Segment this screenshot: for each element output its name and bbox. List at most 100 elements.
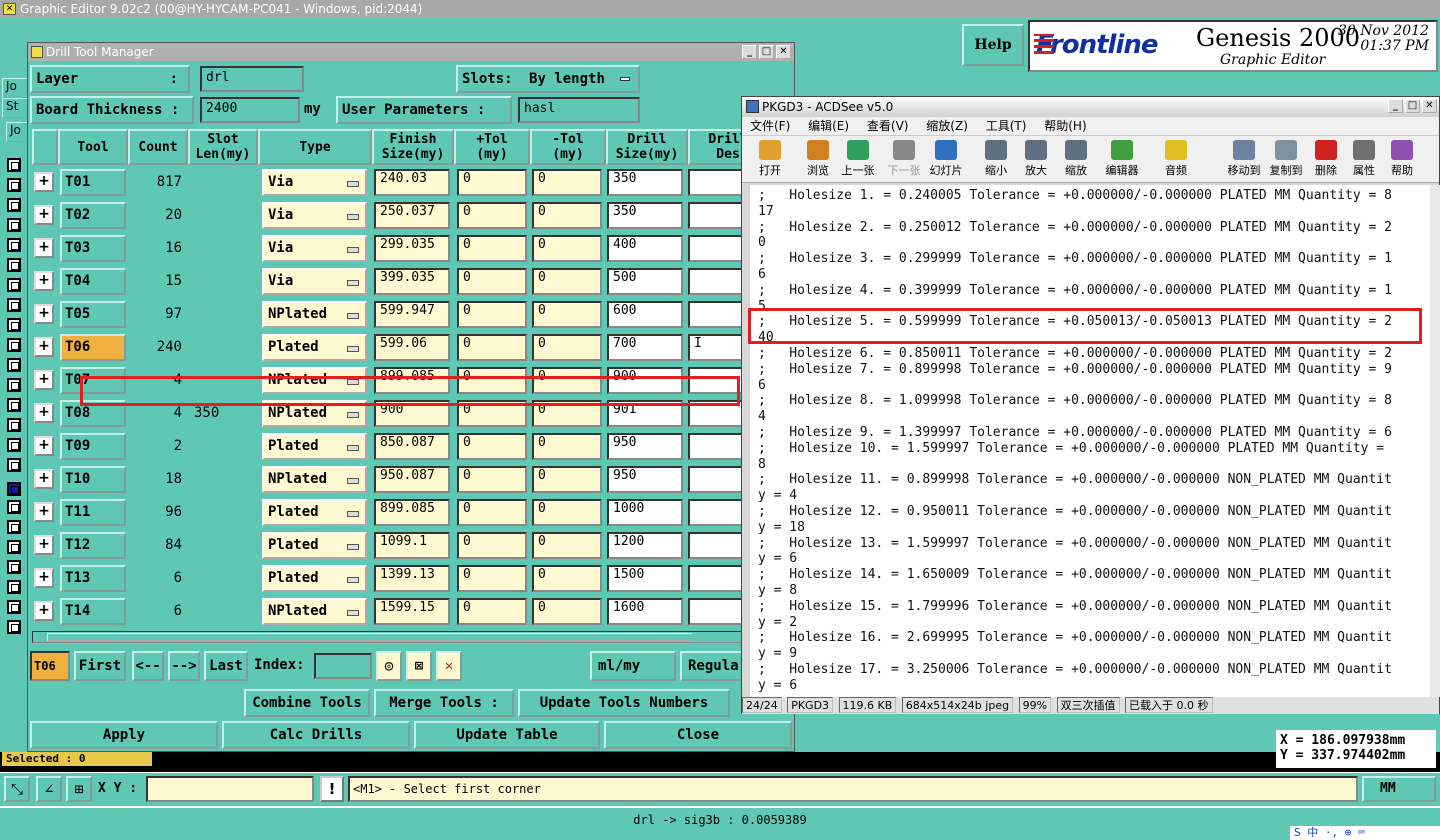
drill-des-field[interactable] [688, 235, 744, 262]
drill-des-field[interactable] [688, 598, 744, 625]
plus-tol-field[interactable]: 0 [457, 334, 527, 361]
expand-icon[interactable]: + [34, 535, 54, 555]
plus-tol-field[interactable]: 0 [457, 202, 527, 229]
tool-name[interactable]: T11 [60, 499, 126, 526]
finish-size-field[interactable]: 599.06 [374, 334, 450, 361]
type-selector[interactable]: Plated [262, 532, 367, 559]
left-tool-button[interactable] [7, 258, 21, 272]
first-button[interactable]: First [74, 651, 126, 681]
drill-size-field[interactable]: 950 [607, 466, 683, 493]
plus-tol-field[interactable]: 0 [457, 433, 527, 460]
left-tool-button[interactable] [7, 482, 21, 496]
left-tab-1[interactable]: Jo [2, 78, 28, 98]
expand-icon[interactable]: + [34, 502, 54, 522]
user-params-field[interactable]: hasl [518, 97, 640, 123]
expand-icon[interactable]: + [34, 568, 54, 588]
xy-input[interactable] [146, 776, 314, 802]
menu-tools[interactable]: 工具(T) [986, 119, 1027, 133]
minus-tol-field[interactable]: 0 [532, 466, 602, 493]
tool-name[interactable]: T03 [60, 235, 126, 262]
calc-drills-button[interactable]: Calc Drills [222, 721, 410, 749]
measure-icon[interactable]: ∠ [36, 776, 62, 802]
left-tool-button[interactable] [7, 218, 21, 232]
zoom-window-icon[interactable]: ⤡ [4, 776, 30, 802]
update-tools-numbers-selector[interactable]: Update Tools Numbers [518, 689, 730, 717]
toolbar-button-4[interactable]: 幻灯片 [922, 138, 970, 182]
type-selector[interactable]: Via [262, 268, 367, 295]
tool-name[interactable]: T09 [60, 433, 126, 460]
left-tool-button[interactable] [7, 378, 21, 392]
toolbar-button-7[interactable]: 缩放 [1052, 138, 1100, 182]
toolbar-button-10[interactable]: 移动到 [1220, 138, 1268, 182]
update-table-button[interactable]: Update Table [414, 721, 600, 749]
combine-tools-button[interactable]: Combine Tools [244, 689, 370, 717]
drill-size-field[interactable]: 1600 [607, 598, 683, 625]
menu-view[interactable]: 查看(V) [867, 119, 909, 133]
plus-tol-field[interactable]: 0 [457, 466, 527, 493]
left-tool-button[interactable] [7, 520, 21, 534]
expand-icon[interactable]: + [34, 469, 54, 489]
scrollbar-thumb[interactable] [47, 633, 692, 641]
minus-tol-field[interactable]: 0 [532, 565, 602, 592]
maximize-icon[interactable]: □ [759, 45, 774, 59]
drill-size-field[interactable]: 1200 [607, 532, 683, 559]
type-selector[interactable]: NPlated [262, 301, 367, 328]
slots-selector[interactable]: Slots: By length [456, 65, 640, 93]
toolbar-button-0[interactable]: 打开 [746, 138, 794, 182]
drill-des-field[interactable] [688, 400, 744, 427]
drill-size-field[interactable]: 1000 [607, 499, 683, 526]
acdsee-vertical-scrollbar[interactable] [1430, 185, 1440, 697]
toolbar-button-2[interactable]: 上一张 [834, 138, 882, 182]
finish-size-field[interactable]: 299.035 [374, 235, 450, 262]
type-selector[interactable]: Via [262, 202, 367, 229]
left-tool-button[interactable] [7, 620, 21, 634]
minus-tol-field[interactable]: 0 [532, 433, 602, 460]
tool-name[interactable]: T12 [60, 532, 126, 559]
tool-name[interactable]: T10 [60, 466, 126, 493]
left-tool-button[interactable] [7, 438, 21, 452]
left-tool-button[interactable] [7, 540, 21, 554]
left-tab-2[interactable]: St [2, 98, 28, 118]
plus-tol-field[interactable]: 0 [457, 235, 527, 262]
tool-name[interactable]: T02 [60, 202, 126, 229]
finish-size-field[interactable]: 899.085 [374, 499, 450, 526]
plus-tol-field[interactable]: 0 [457, 499, 527, 526]
index-field[interactable] [314, 653, 372, 679]
horizontal-scrollbar[interactable] [32, 631, 744, 643]
filter-icon[interactable]: ⊠ [406, 651, 432, 681]
left-tool-button[interactable] [7, 580, 21, 594]
next-button[interactable]: --> [168, 651, 200, 681]
type-selector[interactable]: Plated [262, 499, 367, 526]
toolbar-button-8[interactable]: 编辑器 [1098, 138, 1146, 182]
left-tool-button[interactable] [7, 600, 21, 614]
left-tool-button[interactable] [7, 298, 21, 312]
snap-grid-icon[interactable]: ⊞ [66, 776, 92, 802]
minus-tol-field[interactable]: 0 [532, 268, 602, 295]
minus-tol-field[interactable]: 0 [532, 400, 602, 427]
lock-icon[interactable]: ◎ [376, 651, 402, 681]
drill-des-field[interactable] [688, 169, 744, 196]
minus-tol-field[interactable]: 0 [532, 235, 602, 262]
drill-size-field[interactable]: 500 [607, 268, 683, 295]
left-tool-button[interactable] [7, 338, 21, 352]
toolbar-button-14[interactable]: 帮助 [1378, 138, 1426, 182]
clear-icon[interactable]: ✕ [436, 651, 462, 681]
left-tool-button[interactable] [7, 238, 21, 252]
menu-help[interactable]: 帮助(H) [1044, 119, 1086, 133]
tool-name[interactable]: T01 [60, 169, 126, 196]
left-tool-button[interactable] [7, 398, 21, 412]
finish-size-field[interactable]: 599.947 [374, 301, 450, 328]
finish-size-field[interactable]: 900 [374, 400, 450, 427]
minus-tol-field[interactable]: 0 [532, 598, 602, 625]
tool-name[interactable]: T04 [60, 268, 126, 295]
minus-tol-field[interactable]: 0 [532, 367, 602, 394]
left-tool-button[interactable] [7, 318, 21, 332]
drill-des-field[interactable] [688, 268, 744, 295]
expand-icon[interactable]: + [34, 403, 54, 423]
plus-tol-field[interactable]: 0 [457, 400, 527, 427]
drill-des-field[interactable] [688, 202, 744, 229]
layer-field[interactable]: drl [200, 66, 304, 92]
tool-name[interactable]: T08 [60, 400, 126, 427]
left-tool-button[interactable] [7, 158, 21, 172]
tool-name[interactable]: T07 [60, 367, 126, 394]
